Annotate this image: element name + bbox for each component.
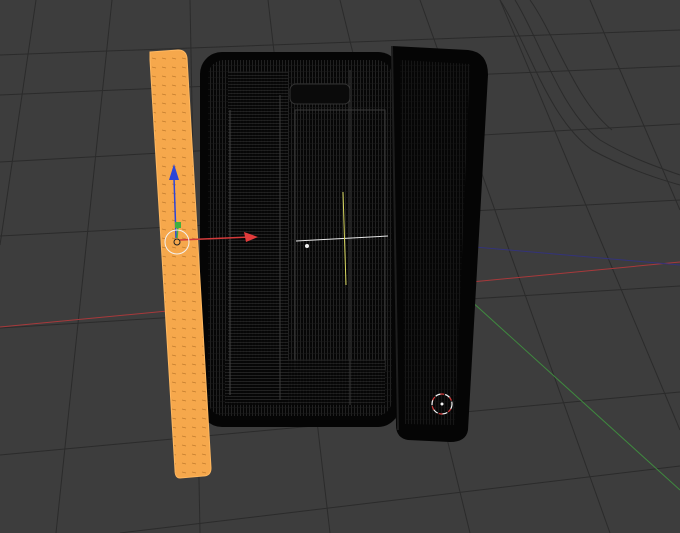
3d-viewport[interactable]	[0, 0, 680, 533]
cabinet-body[interactable]	[200, 52, 400, 427]
gizmo-y-handle-icon[interactable]	[175, 222, 181, 228]
